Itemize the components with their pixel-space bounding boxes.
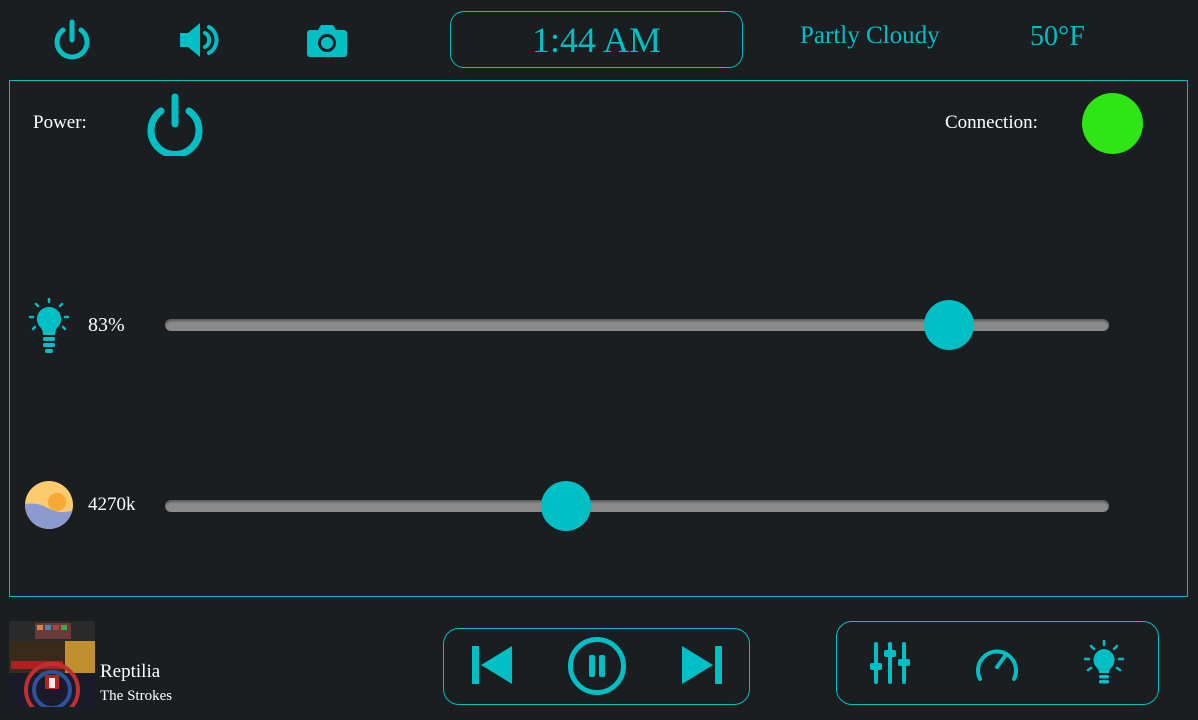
light-power-toggle[interactable] (144, 92, 206, 156)
color-temperature-icon (24, 480, 74, 530)
previous-track-icon[interactable] (470, 643, 514, 687)
color-temperature-slider[interactable] (165, 481, 1109, 531)
brightness-slider[interactable] (165, 300, 1109, 350)
song-title: Reptilia (100, 661, 161, 682)
weather-temperature: 50°F (1030, 21, 1085, 52)
power-label: Power: (33, 112, 87, 133)
next-track-icon[interactable] (680, 643, 724, 687)
color-temperature-value: 4270k (88, 494, 136, 515)
brightness-value: 83% (88, 314, 125, 336)
color-temperature-slider-thumb[interactable] (541, 481, 592, 531)
gauge-icon[interactable] (974, 641, 1020, 685)
clock-display: 1:44 AM (450, 11, 743, 68)
lightbulb-nav-icon[interactable] (1082, 640, 1126, 686)
camera-icon[interactable] (306, 22, 348, 58)
connection-label: Connection: (945, 112, 1038, 133)
light-control-panel (9, 80, 1188, 597)
connection-status-indicator (1082, 93, 1143, 154)
album-art (9, 621, 95, 707)
pause-icon[interactable] (567, 636, 627, 696)
brightness-slider-thumb[interactable] (923, 300, 974, 350)
volume-icon[interactable] (178, 20, 222, 60)
power-icon[interactable] (52, 18, 92, 62)
weather-condition: Partly Cloudy (800, 22, 940, 49)
lightbulb-icon (28, 298, 70, 354)
song-artist: The Strokes (100, 688, 173, 704)
clock-time: 1:44 AM (531, 19, 662, 60)
equalizer-sliders-icon[interactable] (868, 641, 912, 685)
